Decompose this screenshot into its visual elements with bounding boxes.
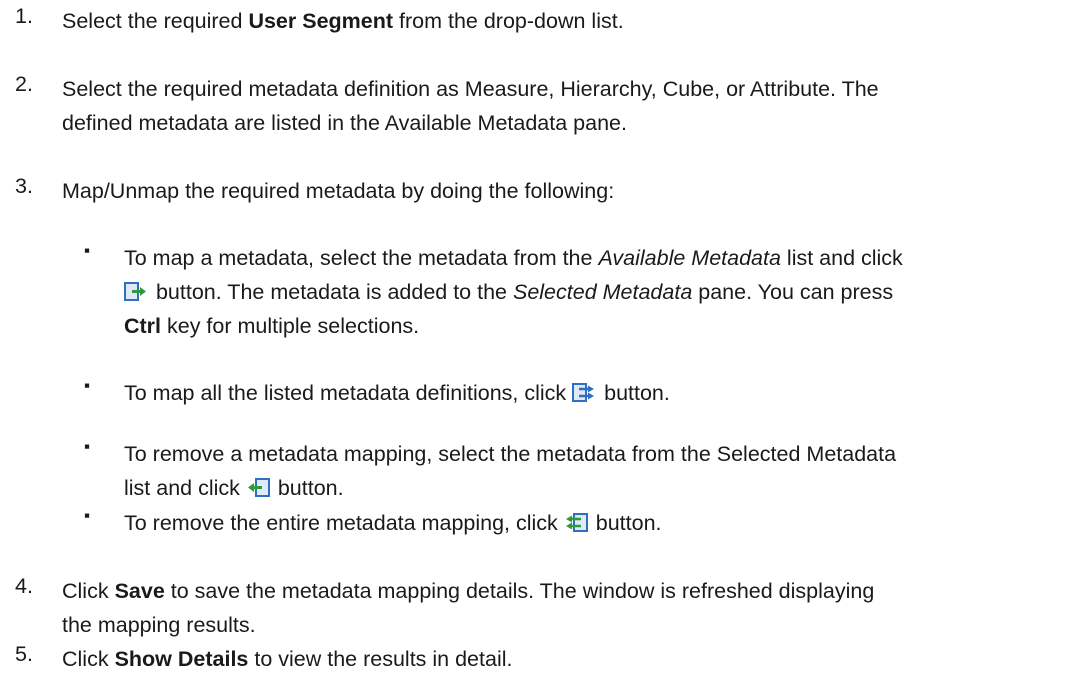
step-text: Select the required metadata definition … xyxy=(62,77,879,135)
sub-item-text: To map all the listed metadata definitio… xyxy=(124,381,670,405)
unmap-selected-icon xyxy=(246,477,270,498)
bullet: ▪ xyxy=(84,506,91,525)
step-text: Select the required User Segment from th… xyxy=(62,9,624,33)
sub-item-text: To map a metadata, select the metadata f… xyxy=(124,246,903,338)
step-number: 3. xyxy=(15,174,33,198)
ui-term: Show Details xyxy=(114,647,249,671)
bullet: ▪ xyxy=(84,241,91,260)
bullet: ▪ xyxy=(84,376,91,395)
map-selected-icon xyxy=(124,281,148,302)
ui-term: Ctrl xyxy=(124,314,162,338)
step-text: Map/Unmap the required metadata by doing… xyxy=(62,179,615,203)
step-text: Click Show Details to view the results i… xyxy=(62,647,513,671)
step-number: 1. xyxy=(15,4,33,28)
step-number: 2. xyxy=(15,72,33,96)
map-all-icon xyxy=(572,382,596,403)
step-text: Click Save to save the metadata mapping … xyxy=(62,579,875,637)
unmap-all-icon xyxy=(564,512,588,533)
ui-term: Selected Metadata xyxy=(512,280,693,304)
ui-term: Available Metadata xyxy=(598,246,781,270)
ui-term: Save xyxy=(114,579,165,603)
ui-term: User Segment xyxy=(248,9,394,33)
step-number: 4. xyxy=(15,574,33,598)
step-number: 5. xyxy=(15,642,33,666)
sub-item-text: To remove the entire metadata mapping, c… xyxy=(124,511,662,535)
sub-item-text: To remove a metadata mapping, select the… xyxy=(124,442,897,500)
bullet: ▪ xyxy=(84,437,91,456)
